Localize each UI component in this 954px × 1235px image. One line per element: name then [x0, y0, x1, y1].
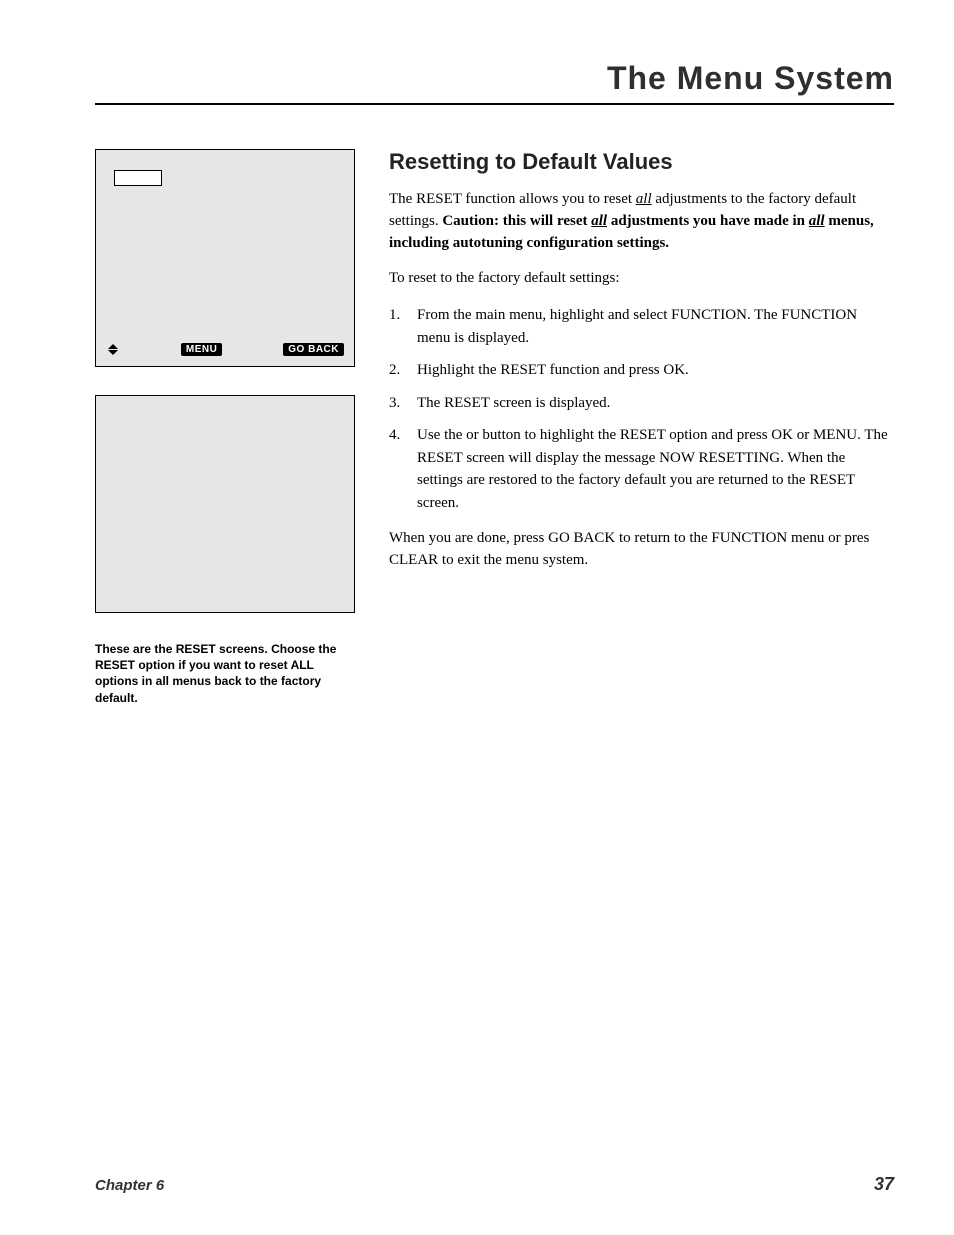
- reset-screen-1: MENU GO BACK: [95, 149, 355, 367]
- page-number: 37: [874, 1174, 894, 1195]
- screenshot-caption: These are the RESET screens. Choose the …: [95, 641, 355, 706]
- section-title: Resetting to Default Values: [389, 149, 894, 175]
- content-area: MENU GO BACK These are the RESET screens…: [95, 149, 894, 706]
- intro-all: all: [636, 191, 652, 207]
- list-item: Use the or button to highlight the RESET…: [389, 424, 894, 514]
- highlighted-menu-item: [114, 170, 162, 186]
- outro-paragraph: When you are done, press GO BACK to retu…: [389, 528, 894, 572]
- caution-all2: all: [809, 213, 825, 229]
- menu-pill: MENU: [181, 343, 222, 356]
- list-item: The RESET screen is displayed.: [389, 392, 894, 415]
- list-item: From the main menu, highlight and select…: [389, 304, 894, 349]
- steps-list: From the main menu, highlight and select…: [389, 304, 894, 514]
- screenshot-bottom-bar: MENU GO BACK: [106, 342, 344, 356]
- goback-pill: GO BACK: [283, 343, 344, 356]
- intro-pre: The RESET function allows you to reset: [389, 191, 636, 207]
- caution-post: adjustments you have made in: [607, 213, 809, 229]
- chapter-label: Chapter 6: [95, 1177, 164, 1194]
- left-column: MENU GO BACK These are the RESET screens…: [95, 149, 355, 706]
- page-header: The Menu System: [95, 60, 894, 105]
- up-down-arrow-icon: [106, 342, 120, 356]
- list-item: Highlight the RESET function and press O…: [389, 359, 894, 382]
- page-footer: Chapter 6 37: [95, 1174, 894, 1195]
- caution-pre: Caution: this will reset: [442, 213, 591, 229]
- caution-all: all: [591, 213, 607, 229]
- intro-paragraph: The RESET function allows you to reset a…: [389, 189, 894, 254]
- lead-paragraph: To reset to the factory default settings…: [389, 268, 894, 290]
- reset-screen-2: [95, 395, 355, 613]
- header-title: The Menu System: [95, 60, 894, 97]
- right-column: Resetting to Default Values The RESET fu…: [389, 149, 894, 706]
